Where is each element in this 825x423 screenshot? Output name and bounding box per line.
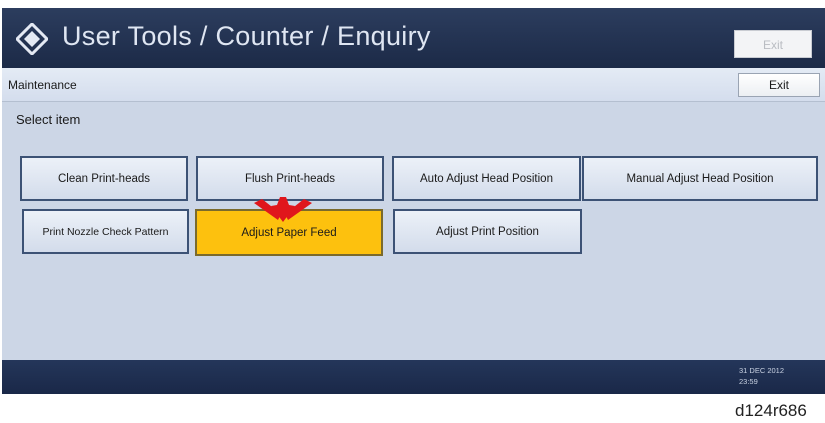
- status-bar: 31 DEC 2012 23:59: [2, 360, 825, 394]
- status-date: 31 DEC 2012: [739, 366, 785, 375]
- status-time: 23:59: [739, 377, 758, 386]
- adjust-print-position-button[interactable]: Adjust Print Position: [393, 209, 582, 254]
- header-exit-button[interactable]: Exit: [734, 30, 812, 58]
- diamond-logo-icon: [16, 23, 48, 55]
- auto-adjust-head-position-button[interactable]: Auto Adjust Head Position: [392, 156, 581, 201]
- figure-label: d124r686: [735, 401, 807, 420]
- page-title: User Tools / Counter / Enquiry: [62, 21, 431, 51]
- maintenance-bar: Maintenance Exit: [2, 68, 825, 102]
- manual-adjust-head-position-button[interactable]: Manual Adjust Head Position: [582, 156, 818, 201]
- exit-button[interactable]: Exit: [738, 73, 820, 97]
- title-bar: User Tools / Counter / Enquiry Exit: [2, 8, 825, 68]
- maintenance-label: Maintenance: [8, 78, 77, 92]
- clean-print-heads-button[interactable]: Clean Print-heads: [20, 156, 188, 201]
- select-item-label: Select item: [16, 112, 81, 127]
- print-nozzle-check-pattern-button[interactable]: Print Nozzle Check Pattern: [22, 209, 189, 254]
- pointer-arrow-icon: [254, 197, 312, 222]
